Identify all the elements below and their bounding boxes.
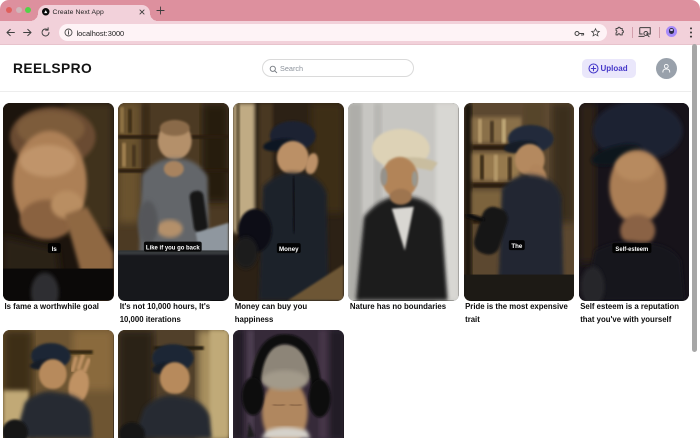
svg-text:Self-esteem: Self-esteem [615,247,648,253]
svg-text:Money: Money [279,246,299,253]
svg-text:Like if you go back: Like if you go back [146,245,200,251]
svg-text:The: The [511,243,523,250]
svg-text:Is: Is [52,246,58,253]
